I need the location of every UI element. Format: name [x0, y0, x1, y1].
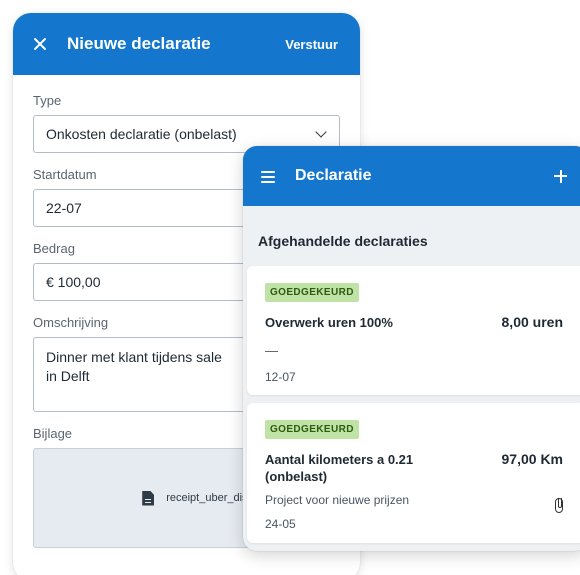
card-description: Aantal kilometers a 0.21 (onbelast)	[265, 452, 414, 484]
section-title: Afgehandelde declaraties	[258, 233, 428, 249]
declaration-title: Declaratie	[295, 167, 372, 184]
card-description: Overwerk uren 100%	[265, 315, 393, 330]
chevron-down-icon	[315, 126, 327, 138]
declaration-list-screen: Declaratie Afgehandelde declaraties GOED…	[243, 146, 580, 551]
close-icon[interactable]	[31, 35, 49, 53]
type-select-value: Onkosten declaratie (onbelast)	[46, 126, 237, 142]
card-amount: 8,00 uren	[501, 314, 563, 330]
page-title: Nieuwe declaratie	[67, 34, 211, 53]
menu-icon[interactable]	[261, 170, 275, 183]
status-badge: GOEDGEKEURD	[265, 420, 359, 439]
card-project: Project voor nieuwe prijzen	[265, 493, 410, 507]
declaration-header: Declaratie	[243, 146, 580, 206]
start-date-value: 22-07	[46, 200, 82, 216]
type-label: Type	[33, 93, 62, 108]
new-declaration-header: Nieuwe declaratie Verstuur	[13, 13, 360, 75]
declaration-card[interactable]: GOEDGEKEURD Overwerk uren 100% 8,00 uren…	[247, 266, 580, 395]
paperclip-icon[interactable]	[555, 498, 563, 513]
card-note: —	[265, 343, 278, 358]
card-date: 24-05	[265, 517, 296, 531]
declaration-card[interactable]: GOEDGEKEURD Aantal kilometers a 0.21 (on…	[247, 403, 580, 543]
card-date: 12-07	[265, 370, 296, 384]
amount-value: € 100,00	[46, 274, 101, 290]
file-icon	[142, 490, 155, 506]
send-button[interactable]: Verstuur	[285, 37, 338, 52]
status-badge: GOEDGEKEURD	[265, 283, 359, 302]
plus-icon[interactable]	[554, 169, 567, 183]
card-amount: 97,00 Km	[501, 451, 563, 467]
